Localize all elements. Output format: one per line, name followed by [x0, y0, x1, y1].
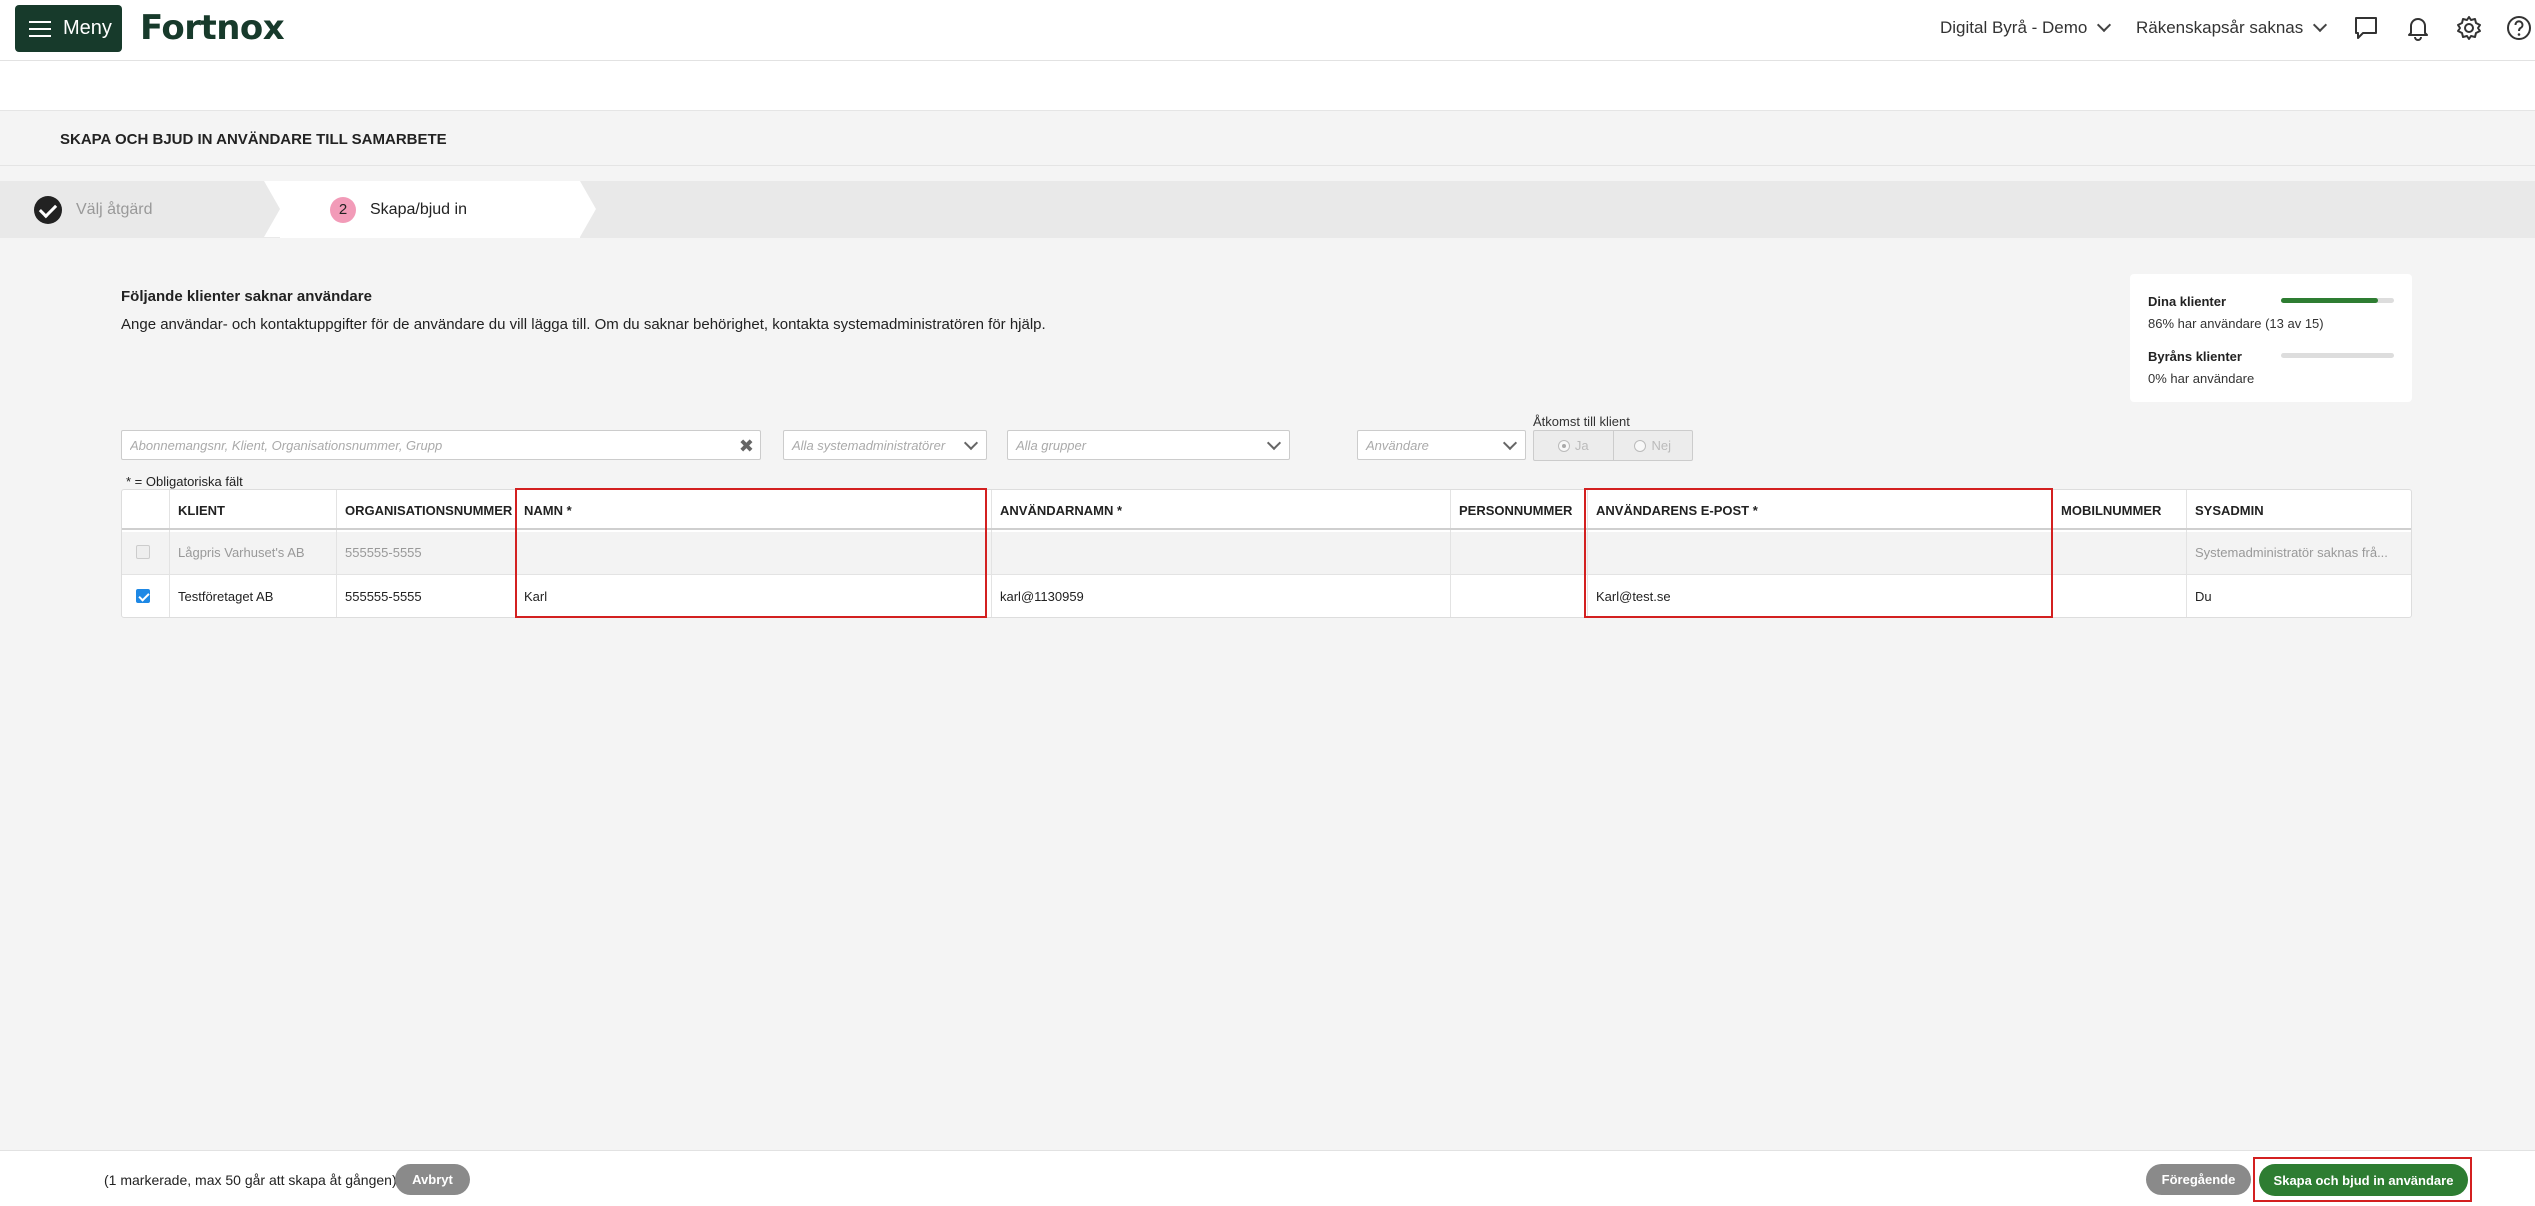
mobile-input[interactable]: [2053, 574, 2186, 618]
bell-icon[interactable]: [2404, 14, 2432, 42]
step-label: Skapa/bjud in: [370, 200, 467, 218]
row-checkbox[interactable]: [136, 545, 150, 559]
chevron-down-icon: [1502, 435, 1518, 451]
search-input[interactable]: [130, 437, 760, 453]
stat-label-dina-klienter: Dina klienter: [2148, 294, 2227, 309]
row-checkbox-cell: [136, 574, 166, 618]
col-header-sysadmin[interactable]: SYSADMIN: [2187, 490, 2411, 530]
personnummer-input[interactable]: [1451, 574, 1587, 618]
highlight-name-column: [515, 488, 987, 618]
chevron-down-icon: [2097, 17, 2112, 33]
radio-icon: [1557, 439, 1570, 452]
search-field: ✖: [121, 430, 761, 460]
chevron-down-icon: [2313, 17, 2328, 33]
access-no-option[interactable]: Nej: [1614, 431, 1693, 460]
step-label: Välj åtgärd: [76, 200, 153, 218]
access-yes-label: Ja: [1574, 438, 1589, 453]
fortnox-logo[interactable]: Fortnox: [140, 8, 285, 48]
access-yes-option[interactable]: Ja: [1534, 431, 1614, 460]
menu-button[interactable]: Meny: [15, 5, 122, 52]
progress-bar-dina-klienter: [2281, 298, 2394, 303]
stat-sub-byrans-klienter: 0% har användare: [2148, 371, 2255, 386]
row-checkbox[interactable]: [136, 589, 150, 603]
users-filter-placeholder: Användare: [1366, 437, 1429, 453]
stat-label-byrans-klienter: Byråns klienter: [2148, 349, 2242, 364]
company-dropdown[interactable]: Digital Byrå - Demo: [1940, 17, 2112, 38]
access-toggle: Ja Nej: [1533, 430, 1693, 461]
cell-sysadmin: Du: [2195, 588, 2212, 604]
cell-anvandarnamn: [992, 530, 1450, 574]
row-checkbox-cell: [136, 530, 166, 574]
chat-icon[interactable]: [2352, 14, 2380, 42]
page-header: SKAPA OCH BJUD IN ANVÄNDARE TILL SAMARBE…: [0, 111, 2535, 166]
hamburger-icon: [29, 20, 51, 37]
top-bar: Meny Fortnox Digital Byrå - Demo Räkensk…: [0, 0, 2535, 61]
col-header-personnummer[interactable]: PERSONNUMMER: [1451, 490, 1587, 530]
sysadmin-filter-dropdown[interactable]: Alla systemadministratörer: [783, 430, 987, 460]
col-header-anvandarnamn[interactable]: ANVÄNDARNAMN *: [992, 490, 1450, 530]
highlight-submit-button: [2253, 1157, 2472, 1202]
groups-filter-placeholder: Alla grupper: [1016, 437, 1087, 453]
fiscal-year-dropdown-label: Räkenskapsår saknas: [2136, 18, 2304, 37]
help-icon[interactable]: [2505, 14, 2533, 42]
client-users-table: KLIENT ORGANISATIONSNUMMER NAMN * ANVÄND…: [121, 488, 2412, 618]
cell-orgnr: 555555-5555: [345, 544, 422, 560]
col-header-orgnr[interactable]: ORGANISATIONSNUMMER: [337, 490, 515, 530]
sub-bar: [0, 61, 2535, 111]
gear-icon[interactable]: [2455, 14, 2483, 42]
company-dropdown-label: Digital Byrå - Demo: [1940, 18, 2088, 37]
intro-text: Ange användar- och kontaktuppgifter för …: [121, 316, 1046, 333]
highlight-email-column: [1584, 488, 2053, 618]
username-input[interactable]: karl@1130959: [992, 574, 1450, 618]
sysadmin-filter-placeholder: Alla systemadministratörer: [792, 437, 946, 453]
menu-button-label: Meny: [63, 17, 112, 39]
access-label: Åtkomst till klient: [1533, 414, 1630, 429]
step-number-badge: 2: [330, 196, 356, 223]
col-header-klient[interactable]: KLIENT: [170, 490, 336, 530]
fiscal-year-dropdown[interactable]: Räkenskapsår saknas: [2136, 17, 2328, 38]
radio-icon: [1634, 439, 1647, 452]
footer-bar: (1 markerade, max 50 går att skapa åt gå…: [0, 1150, 2535, 1206]
progress-bar-byrans-klienter: [2281, 353, 2394, 358]
cancel-button[interactable]: Avbryt: [395, 1164, 470, 1195]
page-title: SKAPA OCH BJUD IN ANVÄNDARE TILL SAMARBE…: [60, 131, 447, 148]
access-no-label: Nej: [1651, 438, 1671, 453]
col-header-mobil[interactable]: MOBILNUMMER: [2053, 490, 2186, 530]
cell-klient: Lågpris Varhuset's AB: [178, 544, 305, 560]
groups-filter-dropdown[interactable]: Alla grupper: [1007, 430, 1290, 460]
progress-fill: [2281, 298, 2379, 303]
step-create-invite: 2 Skapa/bjud in: [280, 181, 580, 238]
selection-info: (1 markerade, max 50 går att skapa åt gå…: [104, 1172, 397, 1188]
cell-klient: Testföretaget AB: [178, 588, 274, 604]
chevron-down-icon: [963, 435, 979, 451]
cell-personnummer: [1451, 530, 1587, 574]
clear-search-icon[interactable]: ✖: [739, 436, 754, 457]
cell-sysadmin: Systemadministratör saknas frå...: [2195, 544, 2388, 560]
stat-sub-dina-klienter: 86% har användare (13 av 15): [2148, 316, 2324, 331]
mandatory-note: * = Obligatoriska fält: [126, 474, 243, 489]
step-arrow: [580, 181, 596, 237]
cell-orgnr: 555555-5555: [345, 588, 422, 604]
chevron-down-icon: [1266, 435, 1282, 451]
step-divider: [264, 181, 280, 237]
cell-mobil: [2053, 530, 2186, 574]
intro-title: Följande klienter saknar användare: [121, 288, 372, 305]
previous-button[interactable]: Föregående: [2146, 1164, 2251, 1195]
check-circle-icon: [34, 195, 62, 224]
users-filter-dropdown[interactable]: Användare: [1357, 430, 1526, 460]
step-choose-action[interactable]: Välj åtgärd: [0, 181, 280, 238]
wizard-steps: Välj åtgärd 2 Skapa/bjud in: [0, 181, 2535, 238]
client-stats-card: Dina klienter 86% har användare (13 av 1…: [2130, 274, 2412, 402]
